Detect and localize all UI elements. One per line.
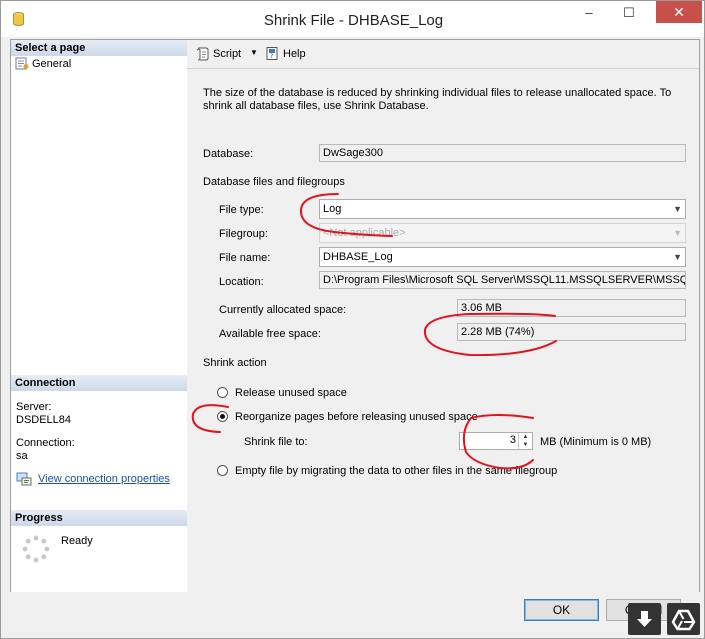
allocated-space-label: Currently allocated space: [219, 304, 347, 316]
drive-overlay-button[interactable] [667, 603, 700, 635]
empty-file-radio[interactable] [217, 465, 228, 476]
chevron-down-icon: ▼ [673, 228, 682, 238]
connection-label: Connection: [16, 437, 75, 449]
release-unused-radio[interactable] [217, 387, 228, 398]
sidebar-item-general[interactable]: General [15, 57, 71, 70]
free-space-label: Available free space: [219, 328, 321, 340]
svg-text:?: ? [270, 53, 273, 60]
title-bar: Shrink File - DHBASE_Log – ☐ ✕ [1, 1, 704, 37]
progress-header: Progress [11, 510, 187, 526]
script-icon [196, 47, 209, 61]
file-name-value: DHBASE_Log [323, 251, 393, 263]
view-properties-link[interactable]: View connection properties [38, 473, 170, 485]
view-connection-properties[interactable]: View connection properties [16, 472, 170, 486]
progress-spinner-icon [22, 535, 50, 563]
close-button[interactable]: ✕ [656, 1, 702, 23]
description-text: The size of the database is reduced by s… [203, 87, 672, 112]
sidebar: Select a page General Connection Server:… [10, 39, 188, 593]
files-group-label: Database files and filegroups [203, 176, 345, 188]
script-dropdown-icon[interactable]: ▼ [250, 48, 258, 57]
help-icon: ? [266, 47, 278, 60]
script-button[interactable]: Script [195, 46, 241, 61]
file-type-label: File type: [219, 204, 264, 216]
google-drive-icon [671, 609, 696, 631]
free-space-field: 2.28 MB (74%) [457, 323, 686, 341]
sidebar-item-label: General [32, 57, 72, 70]
server-value: DSDELL84 [16, 414, 72, 426]
help-label: Help [283, 47, 306, 60]
shrink-to-stepper[interactable]: 3 ▲ ▼ [459, 432, 533, 450]
empty-file-label[interactable]: Empty file by migrating the data to othe… [235, 465, 557, 477]
progress-status: Ready [61, 535, 93, 547]
spin-up-icon[interactable]: ▲ [518, 433, 532, 441]
select-page-header: Select a page [11, 40, 187, 56]
chevron-down-icon: ▼ [673, 204, 682, 214]
server-label: Server: [16, 401, 52, 413]
minimize-button[interactable]: – [574, 5, 604, 25]
help-button[interactable]: ? Help [265, 46, 306, 61]
shrink-unit-label: MB (Minimum is 0 MB) [540, 436, 652, 448]
maximize-button[interactable]: ☐ [614, 5, 644, 25]
filegroup-select: <Not applicable> ▼ [319, 223, 686, 243]
filegroup-label: Filegroup: [219, 228, 268, 240]
download-arrow-icon [637, 611, 652, 627]
properties-icon [16, 472, 32, 486]
spin-down-icon[interactable]: ▼ [518, 441, 532, 449]
connection-header: Connection [11, 375, 187, 391]
main-panel: Script ▼ ? Help The size of the database… [187, 39, 700, 593]
filegroup-value: <Not applicable> [323, 227, 406, 239]
reorganize-radio[interactable] [217, 411, 228, 422]
shrink-to-label: Shrink file to: [244, 436, 308, 448]
reorganize-label[interactable]: Reorganize pages before releasing unused… [235, 411, 478, 423]
allocated-space-field: 3.06 MB [457, 299, 686, 317]
shrink-file-dialog: Shrink File - DHBASE_Log – ☐ ✕ Select a … [0, 0, 705, 639]
download-overlay-button[interactable] [628, 603, 661, 635]
file-name-select[interactable]: DHBASE_Log ▼ [319, 247, 686, 267]
file-type-value: Log [323, 203, 342, 215]
database-field: DwSage300 [319, 144, 686, 162]
connection-value: sa [16, 450, 28, 462]
release-unused-label[interactable]: Release unused space [235, 387, 347, 399]
location-field: D:\Program Files\Microsoft SQL Server\MS… [319, 271, 686, 289]
page-settings-icon [15, 57, 29, 70]
database-label: Database: [203, 148, 254, 160]
ok-button[interactable]: OK [524, 599, 599, 621]
dialog-footer: OK Cancel [1, 592, 704, 638]
file-name-label: File name: [219, 252, 271, 264]
script-label: Script [213, 47, 242, 60]
shrink-action-label: Shrink action [203, 357, 267, 369]
toolbar: Script ▼ ? Help [187, 40, 699, 69]
shrink-to-value[interactable]: 3 [510, 434, 516, 446]
location-label: Location: [219, 276, 264, 288]
chevron-down-icon: ▼ [673, 252, 682, 262]
file-type-select[interactable]: Log ▼ [319, 199, 686, 219]
